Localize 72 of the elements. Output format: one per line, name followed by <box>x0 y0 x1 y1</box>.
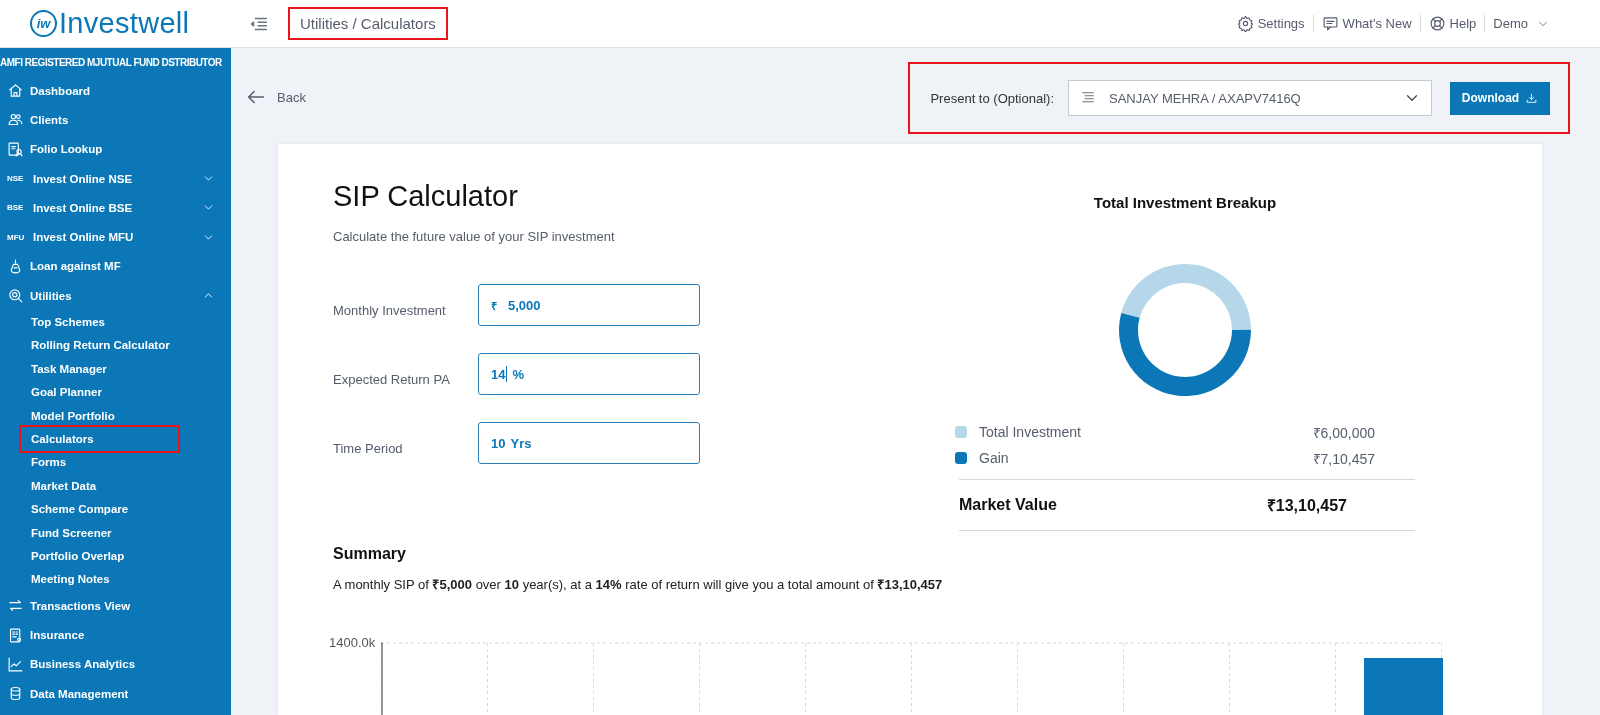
sidebar-item[interactable]: Loan against MF <box>0 251 231 282</box>
document-icon <box>7 626 24 644</box>
legend-value: ₹6,00,000 <box>1312 423 1375 442</box>
page-title: SIP Calculator <box>333 180 519 213</box>
gear-icon <box>1236 15 1254 32</box>
field-value: 5,000 <box>508 297 541 313</box>
total-label: Market Value <box>959 496 1057 514</box>
field-label: Expected Return PA <box>333 370 451 387</box>
sidebar-subitem[interactable]: Goal Planner <box>21 380 178 404</box>
sidebar-item[interactable]: Folio Lookup <box>0 134 231 164</box>
sidebar-header: AMFI REGISTERED MJUTUAL FUND DSTRIBUTOR <box>0 55 223 70</box>
sidebar-item[interactable]: MFU Invest Online MFU <box>0 222 231 252</box>
exchange-label: NSE <box>7 174 25 184</box>
logo-text: Investwell <box>59 7 190 40</box>
document-person-icon <box>7 140 24 158</box>
sidebar-subitem[interactable]: Fund Screener <box>21 520 178 545</box>
sidebar-subitem[interactable]: Task Manager <box>21 357 178 381</box>
section-heading: Summary <box>333 545 407 563</box>
sidebar-item[interactable]: Dashboard <box>0 76 231 106</box>
breadcrumb: Utilities / Calculators <box>290 9 446 38</box>
currency-prefix: ₹ <box>491 298 497 313</box>
sidebar-subitem[interactable]: Calculators <box>21 427 178 451</box>
input-field[interactable]: 10 Yrs <box>478 422 700 464</box>
sidebar-subitem[interactable]: Model Portfolio <box>21 403 178 428</box>
total-value: ₹13,10,457 <box>1266 496 1347 516</box>
sidebar-item[interactable]: Transactions View <box>0 591 231 621</box>
sidebar-subitem[interactable]: Market Data <box>21 474 178 498</box>
sidebar-item[interactable]: Clients <box>0 105 231 135</box>
sidebar-item[interactable]: Utilities <box>0 281 231 311</box>
chart-title: Total Investment Breakup <box>1093 194 1277 211</box>
sidebar-item[interactable]: BSE Invest Online BSE <box>0 193 231 223</box>
download-button[interactable]: Download <box>1450 81 1550 115</box>
download-icon <box>1525 91 1539 105</box>
sidebar-subitem[interactable]: Top Schemes <box>21 310 178 334</box>
legend-value: ₹7,10,457 <box>1312 449 1375 468</box>
house-icon <box>7 82 24 100</box>
line-chart-icon <box>7 655 24 673</box>
target-search-icon <box>7 287 24 305</box>
legend-label: Total Investment <box>979 424 1082 440</box>
sidebar-item[interactable]: Data Management <box>0 678 231 709</box>
field-label: Time Period <box>333 439 404 456</box>
sidebar-item[interactable]: Business Analytics <box>0 649 231 679</box>
sidebar-item[interactable]: NSE Invest Online NSE <box>0 163 231 194</box>
back-link[interactable]: Back <box>245 84 306 108</box>
sidebar-item[interactable]: Insurance <box>0 620 231 650</box>
unit-suffix: Yrs <box>510 435 532 451</box>
legend-label: Gain <box>979 450 1010 466</box>
sidebar-subitem[interactable]: Meeting Notes <box>21 567 178 592</box>
field-label: Present to (Optional): <box>930 90 1054 106</box>
exchange-label: BSE <box>7 203 25 213</box>
unit-suffix: % <box>512 366 525 382</box>
client-dropdown[interactable]: SANJAY MEHRA / AXAPV7416Q <box>1068 80 1432 116</box>
field-value: 14 <box>491 366 506 382</box>
header-link[interactable]: Help <box>1420 15 1486 32</box>
sidebar-subitem[interactable]: Forms <box>21 450 178 475</box>
logo-mark: iw <box>30 10 57 37</box>
input-field[interactable]: 14 % <box>478 353 700 395</box>
header-link[interactable]: Settings <box>1228 15 1314 32</box>
sidebar-subitem[interactable]: Scheme Compare <box>21 497 178 521</box>
axis-tick-label: 1400.0k <box>329 635 376 650</box>
field-label: Monthly Investment <box>333 301 447 318</box>
exchange-label: MFU <box>7 232 26 242</box>
sidebar-subitem[interactable]: Portfolio Overlap <box>21 544 178 568</box>
input-field[interactable]: ₹ 5,000 <box>478 284 700 326</box>
lifebuoy-icon <box>1428 15 1446 32</box>
summary-text: A monthly SIP of ₹5,000 over 10 year(s), at a 14% rate of return will give you a total amount of ₹13,10,457 <box>333 576 944 593</box>
speech-bubble-icon <box>1321 15 1339 32</box>
sidebar-subitem[interactable]: Rolling Return Calculator <box>21 333 178 358</box>
page-subtitle: Calculate the future value of your SIP investment <box>333 229 616 244</box>
user-menu[interactable]: Demo <box>1485 16 1536 31</box>
header-link[interactable]: What's New <box>1313 15 1421 32</box>
field-value: 10 <box>491 435 506 451</box>
